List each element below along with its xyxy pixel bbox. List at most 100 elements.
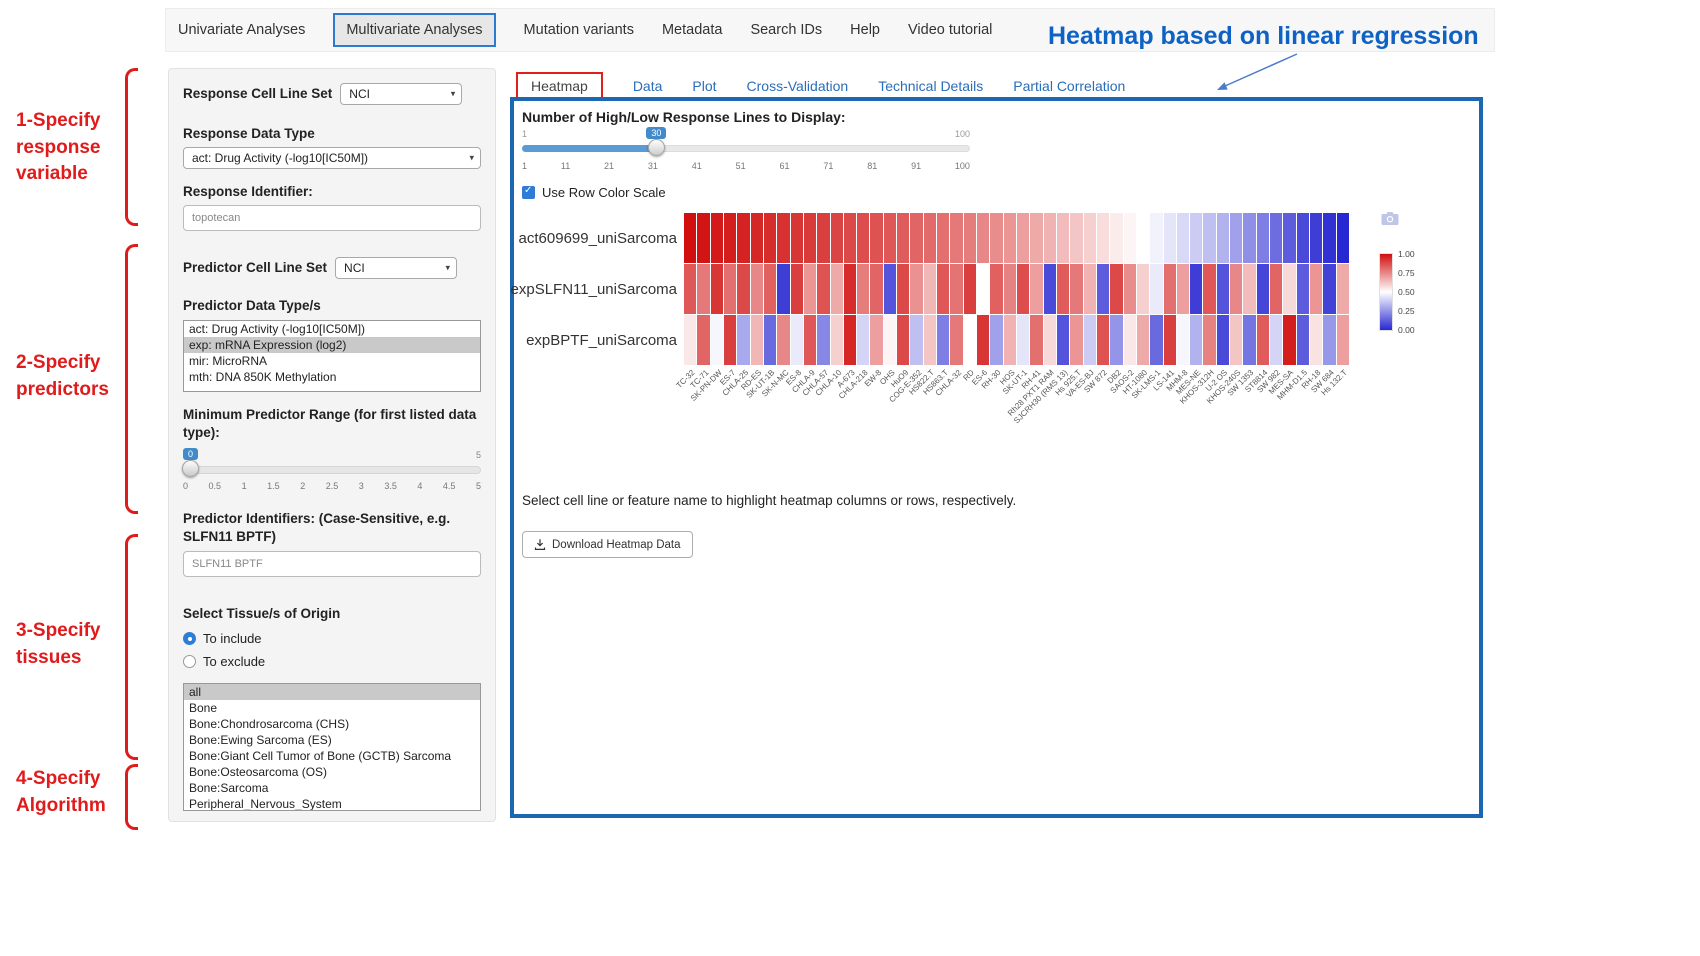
heatmap-cell[interactable] <box>1230 213 1242 263</box>
heatmap-cell[interactable] <box>964 213 976 263</box>
heatmap-cell[interactable] <box>1057 213 1069 263</box>
nav-item[interactable]: Mutation variants <box>524 22 634 38</box>
heatmap-cell[interactable] <box>897 264 909 314</box>
heatmap-cell[interactable] <box>1217 213 1229 263</box>
heatmap-cell[interactable] <box>897 213 909 263</box>
heatmap-cell[interactable] <box>1243 213 1255 263</box>
heatmap-cell[interactable] <box>1297 264 1309 314</box>
heatmap-cell[interactable] <box>711 264 723 314</box>
heatmap-cell[interactable] <box>711 315 723 365</box>
heatmap-cell[interactable] <box>977 315 989 365</box>
heatmap-cell[interactable] <box>1057 315 1069 365</box>
heatmap-cell[interactable] <box>1044 213 1056 263</box>
heatmap-cell[interactable] <box>697 264 709 314</box>
heatmap-cell[interactable] <box>924 213 936 263</box>
min-predictor-range-slider[interactable]: 0 5 00.511.522.533.544.55 <box>183 448 481 496</box>
heatmap-cell[interactable] <box>1217 315 1229 365</box>
heatmap-cell[interactable] <box>1017 315 1029 365</box>
heatmap-cell[interactable] <box>764 213 776 263</box>
response-cell-line-set-select[interactable]: NCI ▾ <box>340 83 462 105</box>
heatmap-cell[interactable] <box>844 315 856 365</box>
predictor-cell-line-set-select[interactable]: NCI ▾ <box>335 257 457 279</box>
download-heatmap-data-button[interactable]: Download Heatmap Data <box>522 531 693 558</box>
heatmap-cell[interactable] <box>1097 315 1109 365</box>
heatmap-cell[interactable] <box>804 315 816 365</box>
heatmap-cell[interactable] <box>1190 264 1202 314</box>
heatmap-cell[interactable] <box>977 213 989 263</box>
heatmap-cell[interactable] <box>870 315 882 365</box>
heatmap-cell[interactable] <box>910 213 922 263</box>
heatmap-cell[interactable] <box>844 213 856 263</box>
heatmap-cell[interactable] <box>1124 213 1136 263</box>
heatmap-cell[interactable] <box>1124 315 1136 365</box>
heatmap-cell[interactable] <box>1150 315 1162 365</box>
heatmap-cell[interactable] <box>831 213 843 263</box>
heatmap-cell[interactable] <box>1030 264 1042 314</box>
heatmap-cell[interactable] <box>1150 264 1162 314</box>
heatmap-cell[interactable] <box>857 264 869 314</box>
heatmap-cell[interactable] <box>804 213 816 263</box>
heatmap-cell[interactable] <box>1084 213 1096 263</box>
camera-icon[interactable] <box>1381 211 1399 231</box>
heatmap-cell[interactable] <box>924 315 936 365</box>
slider-track[interactable] <box>183 466 481 474</box>
heatmap-cell[interactable] <box>737 315 749 365</box>
nav-item[interactable]: Metadata <box>662 22 722 38</box>
heatmap-cell[interactable] <box>1004 213 1016 263</box>
heatmap-cell[interactable] <box>1164 264 1176 314</box>
listbox-option[interactable]: mth: DNA 850K Methylation <box>184 369 480 385</box>
heatmap-cell[interactable] <box>1137 264 1149 314</box>
heatmap-cell[interactable] <box>724 315 736 365</box>
heatmap-cell[interactable] <box>817 315 829 365</box>
heatmap-cell[interactable] <box>1177 213 1189 263</box>
tab-plot[interactable]: Plot <box>692 78 716 94</box>
heatmap-cell[interactable] <box>1283 315 1295 365</box>
heatmap-cell[interactable] <box>937 213 949 263</box>
heatmap-cell[interactable] <box>764 315 776 365</box>
listbox-option[interactable]: Bone:Sarcoma <box>184 780 480 796</box>
tissue-exclude-radio[interactable]: To exclude <box>183 654 481 669</box>
nav-item[interactable]: Search IDs <box>750 22 822 38</box>
heatmap-cell[interactable] <box>1004 315 1016 365</box>
heatmap-cell[interactable] <box>884 264 896 314</box>
heatmap-cell[interactable] <box>990 213 1002 263</box>
heatmap-cell[interactable] <box>1297 315 1309 365</box>
heatmap-cell[interactable] <box>1177 315 1189 365</box>
heatmap-cell[interactable] <box>791 315 803 365</box>
listbox-option[interactable]: act: Drug Activity (-log10[IC50M]) <box>184 321 480 337</box>
heatmap-cell[interactable] <box>804 264 816 314</box>
heatmap-cell[interactable] <box>751 264 763 314</box>
tissue-include-radio[interactable]: To include <box>183 631 481 646</box>
heatmap-cell[interactable] <box>751 213 763 263</box>
heatmap-row-label[interactable]: expBPTF_uniSarcoma <box>522 315 684 366</box>
heatmap-cell[interactable] <box>724 264 736 314</box>
nav-item[interactable]: Multivariate Analyses <box>333 13 495 47</box>
slider-handle[interactable] <box>648 139 665 156</box>
heatmap-cell[interactable] <box>1164 213 1176 263</box>
heatmap-cell[interactable] <box>1190 315 1202 365</box>
heatmap-cell[interactable] <box>1030 315 1042 365</box>
heatmap-cell[interactable] <box>1070 213 1082 263</box>
heatmap-cell[interactable] <box>1283 213 1295 263</box>
heatmap-cell[interactable] <box>1044 264 1056 314</box>
heatmap-cell[interactable] <box>1017 213 1029 263</box>
heatmap-cell[interactable] <box>684 264 696 314</box>
tissue-listbox[interactable]: allBoneBone:Chondrosarcoma (CHS)Bone:Ewi… <box>183 683 481 811</box>
heatmap-cell[interactable] <box>1257 315 1269 365</box>
heatmap-cell[interactable] <box>1323 213 1335 263</box>
heatmap-cell[interactable] <box>1110 315 1122 365</box>
heatmap-cell[interactable] <box>1217 264 1229 314</box>
response-data-type-select[interactable]: act: Drug Activity (-log10[IC50M]) ▾ <box>183 147 481 169</box>
heatmap-cell[interactable] <box>950 264 962 314</box>
predictor-data-types-listbox[interactable]: act: Drug Activity (-log10[IC50M])exp: m… <box>183 320 481 392</box>
heatmap-cell[interactable] <box>1270 264 1282 314</box>
heatmap-cell[interactable] <box>831 264 843 314</box>
heatmap-cell[interactable] <box>684 213 696 263</box>
heatmap-cell[interactable] <box>990 264 1002 314</box>
heatmap-cell[interactable] <box>791 264 803 314</box>
listbox-option[interactable]: Bone:Osteosarcoma (OS) <box>184 764 480 780</box>
use-row-color-scale-checkbox[interactable] <box>522 186 535 199</box>
heatmap-cell[interactable] <box>1283 264 1295 314</box>
heatmap-cell[interactable] <box>897 315 909 365</box>
heatmap-cell[interactable] <box>1070 315 1082 365</box>
